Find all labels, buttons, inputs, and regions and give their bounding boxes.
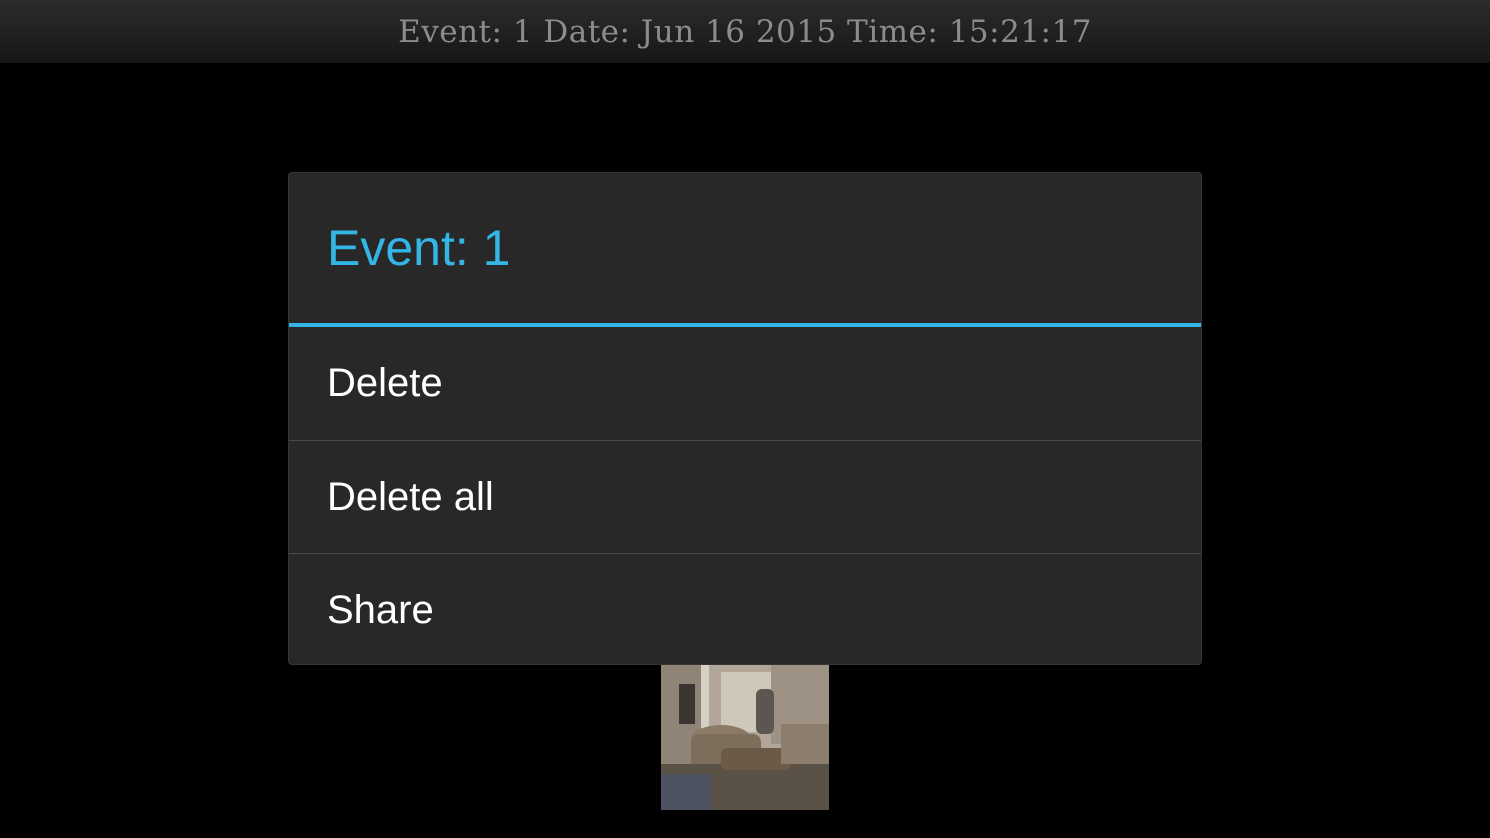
event-thumbnail[interactable] [661, 664, 829, 810]
event-options-dialog: Event: 1 Delete Delete all Share [289, 173, 1201, 664]
event-thumbnail-image [661, 664, 829, 810]
event-info-text: Event: 1 Date: Jun 16 2015 Time: 15:21:1… [398, 13, 1092, 50]
dialog-title: Event: 1 [327, 220, 511, 276]
menu-item-share[interactable]: Share [289, 553, 1201, 666]
menu-item-delete-all[interactable]: Delete all [289, 440, 1201, 553]
menu-item-delete[interactable]: Delete [289, 327, 1201, 440]
event-header-bar: Event: 1 Date: Jun 16 2015 Time: 15:21:1… [0, 0, 1490, 63]
